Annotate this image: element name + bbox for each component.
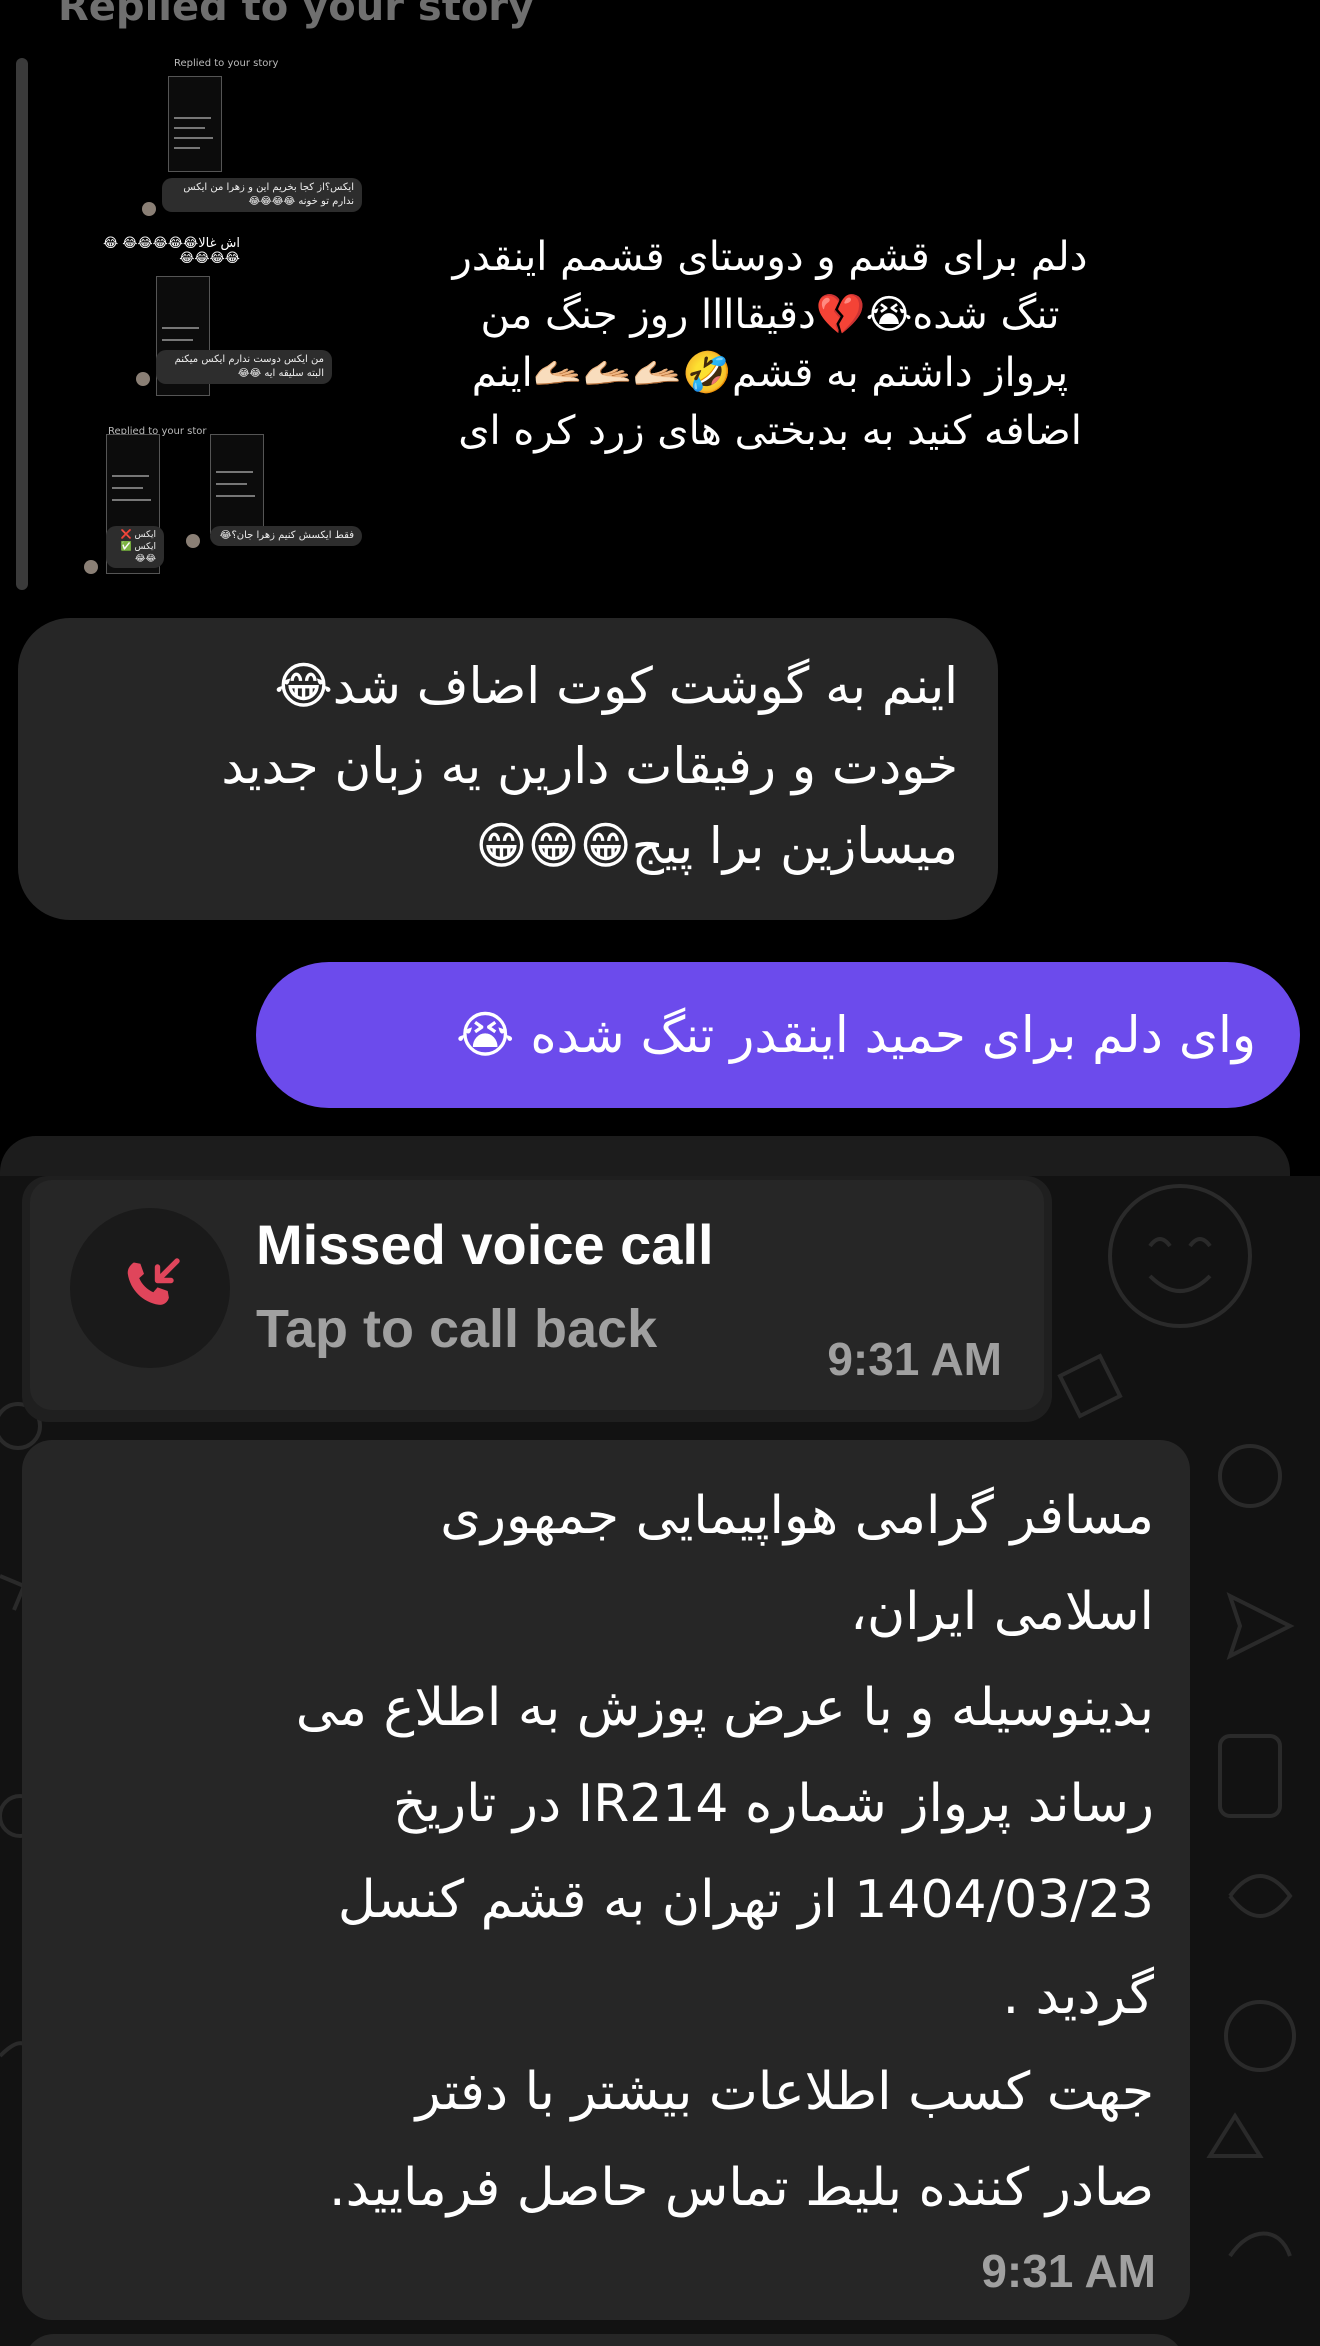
message-line: بدینوسیله و با عرض پوزش به اطلاع می <box>295 1678 1154 1738</box>
reply-indicator-bar <box>16 58 28 590</box>
thumb-replied-label: Replied to your story <box>174 58 279 69</box>
message-timestamp: 9:31 AM <box>981 2245 1156 2297</box>
thumb-bubble: من ایکس دوست ندارم ایکس میکنم البته سلیق… <box>156 350 332 384</box>
message-line: مسافر گرامی هواپیمایی جمهوری <box>440 1486 1154 1546</box>
message-line: میسازین برا پیج😁😁😁 <box>475 817 958 875</box>
message-text: وای دلم برای حمید اینقدر تنگ شده 😭 <box>456 1006 1256 1064</box>
message-line: رساند پرواز شماره IR214 در تاریخ <box>392 1774 1154 1834</box>
message-line: خودت و رفیقات دارین یه زبان جدید <box>221 737 958 795</box>
thumb-bubble: ایکس؟از کجا بخریم این و زهرا من ایکس ندا… <box>162 178 362 212</box>
thumb-text: اش غالا😂😂😂😂😂 😂😂😂😂😂 <box>102 236 240 266</box>
call-back-label[interactable]: Tap to call back <box>256 1298 657 1360</box>
message-line: صادر کننده بلیط تماس حاصل فرمایید. <box>329 2158 1154 2218</box>
replied-to-story-label: Replied to your story <box>58 0 535 30</box>
instagram-thread: Replied to your story Replied to your st… <box>0 0 1320 1206</box>
incoming-message-bubble[interactable]: اینم به گوشت کوت اضاف شد😂 خودت و رفیقات … <box>18 618 998 920</box>
message-line: گردید . <box>1002 1966 1154 2026</box>
thumb-avatar <box>142 202 156 216</box>
message-line: اینم به گوشت کوت اضاف شد😂 <box>274 657 958 715</box>
missed-call-bubble[interactable]: Missed voice call Tap to call back 9:31 … <box>22 1176 1052 1422</box>
story-thumbnail[interactable]: Replied to your story ایکس؟از کجا بخریم … <box>70 50 380 580</box>
thumb-avatar <box>84 560 98 574</box>
call-timestamp: 9:31 AM <box>827 1333 1002 1385</box>
flight-cancel-message-bubble[interactable]: مسافر گرامی هواپیمایی جمهوری اسلامی ایرا… <box>22 1440 1190 2320</box>
message-line: جهت کسب اطلاعات بیشتر با دفتر <box>415 2062 1154 2122</box>
missed-call-inner: Missed voice call Tap to call back 9:31 … <box>30 1180 1044 1410</box>
next-message-edge <box>24 2334 1184 2346</box>
outgoing-message-bubble[interactable]: وای دلم برای حمید اینقدر تنگ شده 😭 <box>256 962 1300 1108</box>
message-line: 1404/03/23 از تهران به قشم کنسل <box>337 1870 1154 1930</box>
thumb-avatar <box>186 534 200 548</box>
thumb-avatar <box>136 372 150 386</box>
call-title: Missed voice call <box>256 1213 714 1276</box>
message-line: اسلامی ایران، <box>850 1582 1154 1642</box>
thumb-story-card <box>210 434 264 534</box>
thumb-checklist: ایکس ❌ ایکس ✅ 😂😂 <box>106 526 164 568</box>
message-body: مسافر گرامی هواپیمایی جمهوری اسلامی ایرا… <box>62 1468 1154 2236</box>
thumb-story-card <box>168 76 222 172</box>
thumb-bubble: فقط ایکسش کنیم زهرا جان؟😂 <box>210 526 362 546</box>
missed-call-icon-circle <box>70 1208 230 1368</box>
missed-call-icon <box>127 1258 180 1305</box>
whatsapp-chat: Missed voice call Tap to call back 9:31 … <box>0 1176 1320 2346</box>
story-reply-text: دلم برای قشم و دوستای قشمم اینقدر تنگ شد… <box>452 234 1088 454</box>
screenshot: Replied to your story Replied to your st… <box>0 0 1320 2346</box>
